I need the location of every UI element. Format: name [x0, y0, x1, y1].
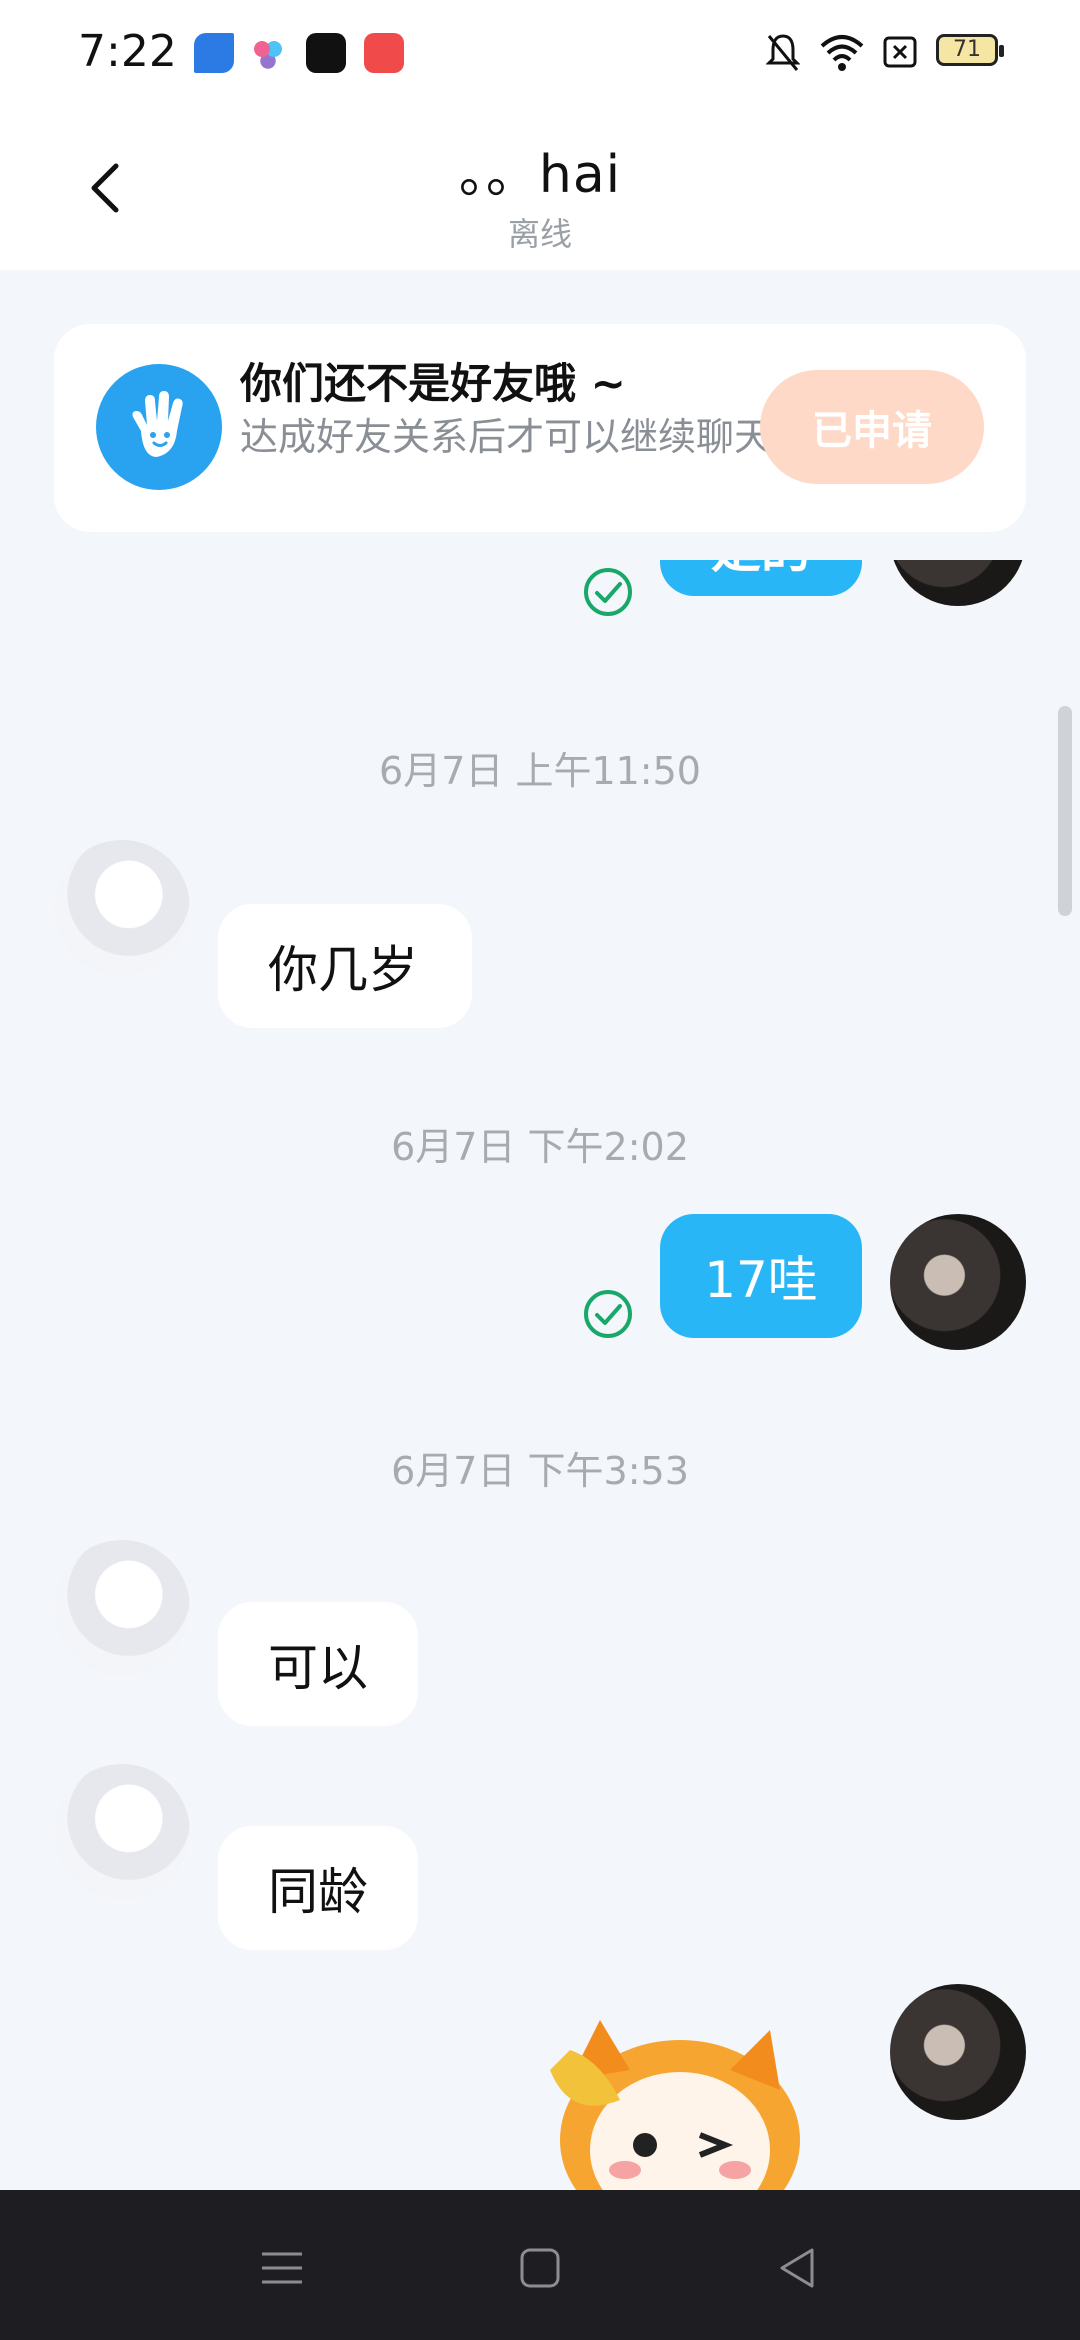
cartoon-character-sticker[interactable]: [530, 2010, 830, 2190]
banner-title: 你们还不是好友哦 ~: [240, 359, 626, 408]
online-status: 离线: [507, 215, 572, 253]
read-check-icon: [584, 568, 632, 616]
outgoing-message-bubble[interactable]: 是的: [660, 560, 862, 596]
menu-icon[interactable]: [252, 2238, 312, 2298]
back-triangle-icon[interactable]: [768, 2238, 828, 2298]
message-text: 你几岁: [268, 941, 418, 999]
applied-button[interactable]: 已申请: [760, 370, 984, 484]
incoming-message-bubble[interactable]: 同龄: [218, 1826, 418, 1950]
outgoing-message-bubble[interactable]: 17哇: [660, 1214, 862, 1338]
dewu-app-icon: [306, 33, 346, 73]
message-timestamp: 6月7日 下午2:02: [391, 1125, 689, 1169]
contact-avatar[interactable]: [54, 1540, 190, 1676]
contact-name: 。。hai: [458, 145, 622, 205]
message-text: 17哇: [704, 1251, 818, 1309]
mute-icon: [766, 34, 800, 71]
my-avatar[interactable]: [890, 560, 1026, 606]
chat-scrollbar[interactable]: [1058, 706, 1072, 916]
banner-description: 达成好友关系后才可以继续聊天: [240, 415, 773, 459]
my-avatar[interactable]: [890, 1214, 1026, 1350]
contact-avatar[interactable]: [54, 1764, 190, 1900]
colorful-app-icon: [248, 33, 288, 73]
message-text: 可以: [268, 1639, 368, 1697]
close-box-icon: [883, 36, 917, 68]
incoming-message-bubble[interactable]: 你几岁: [218, 904, 472, 1028]
status-time: 7:22: [78, 26, 177, 77]
home-icon[interactable]: [510, 2238, 570, 2298]
message-text: 是的: [711, 560, 811, 582]
blue-leaf-app-icon: [194, 33, 234, 73]
wifi-icon: [820, 35, 864, 71]
chat-header: 。。hai 离线: [0, 100, 1080, 270]
status-bar: 7:22 71: [0, 0, 1080, 100]
message-timestamp: 6月7日 下午3:53: [391, 1449, 689, 1493]
incoming-message-bubble[interactable]: 可以: [218, 1602, 418, 1726]
waving-hand-icon: [96, 364, 222, 490]
music-app-icon: [364, 33, 404, 73]
chat-messages[interactable]: 是的 6月7日 上午11:50 你几岁 6月7日 下午2:02 17哇 6月7日…: [0, 560, 1080, 2190]
read-check-icon: [584, 1290, 632, 1338]
friend-request-banner: 你们还不是好友哦 ~ 达成好友关系后才可以继续聊天 已申请: [54, 324, 1026, 532]
message-text: 同龄: [268, 1863, 368, 1921]
contact-avatar[interactable]: [54, 840, 190, 976]
my-avatar[interactable]: [890, 1984, 1026, 2120]
battery-icon: 71: [936, 34, 1004, 66]
title-block: 。。hai 离线: [0, 132, 1080, 255]
system-navigation-bar: [0, 2190, 1080, 2340]
message-timestamp: 6月7日 上午11:50: [379, 749, 701, 793]
